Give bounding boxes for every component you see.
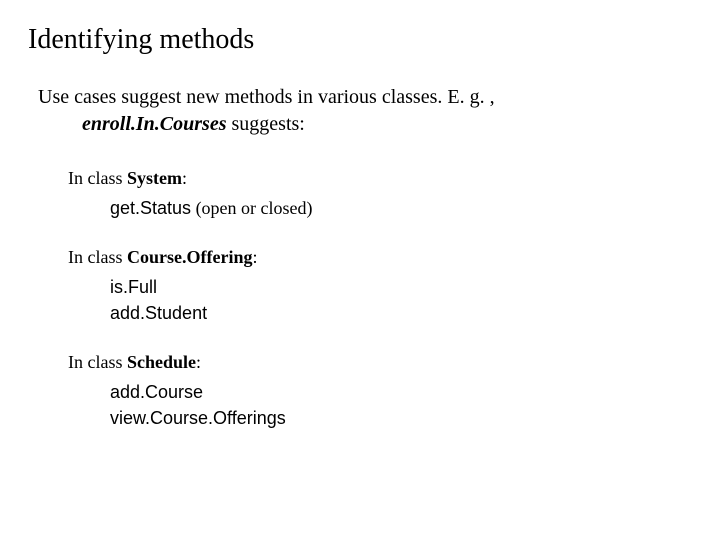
- class-heading: In class Course.Offering:: [68, 247, 692, 268]
- class-heading-pre: In class: [68, 247, 127, 267]
- method-item: get.Status (open or closed): [110, 195, 692, 221]
- class-heading: In class Schedule:: [68, 352, 692, 373]
- method-item: is.Full: [110, 274, 692, 300]
- class-heading-post: :: [182, 168, 187, 188]
- class-section-system: In class System: get.Status (open or clo…: [68, 168, 692, 221]
- method-name: add.Course: [110, 382, 203, 402]
- class-section-schedule: In class Schedule: add.Course view.Cours…: [68, 352, 692, 431]
- class-heading-post: :: [252, 247, 257, 267]
- method-name: view.Course.Offerings: [110, 408, 286, 428]
- method-name: add.Student: [110, 303, 207, 323]
- class-heading-pre: In class: [68, 352, 127, 372]
- method-item: add.Student: [110, 300, 692, 326]
- intro-line1: Use cases suggest new methods in various…: [38, 86, 495, 108]
- class-name: System: [127, 168, 182, 188]
- method-name: is.Full: [110, 277, 157, 297]
- intro-line2-post: suggests:: [227, 113, 305, 135]
- intro-paragraph: Use cases suggest new methods in various…: [38, 84, 692, 138]
- method-item: add.Course: [110, 379, 692, 405]
- class-heading-post: :: [196, 352, 201, 372]
- method-note: (open or closed): [191, 198, 312, 218]
- slide-title: Identifying methods: [28, 24, 692, 56]
- class-name: Schedule: [127, 352, 196, 372]
- intro-line2: enroll.In.Courses suggests:: [82, 111, 692, 138]
- method-item: view.Course.Offerings: [110, 405, 692, 431]
- class-heading: In class System:: [68, 168, 692, 189]
- class-heading-pre: In class: [68, 168, 127, 188]
- method-name: get.Status: [110, 198, 191, 218]
- intro-usecase-name: enroll.In.Courses: [82, 113, 227, 135]
- class-name: Course.Offering: [127, 247, 252, 267]
- slide: Identifying methods Use cases suggest ne…: [0, 0, 720, 481]
- class-section-courseoffering: In class Course.Offering: is.Full add.St…: [68, 247, 692, 326]
